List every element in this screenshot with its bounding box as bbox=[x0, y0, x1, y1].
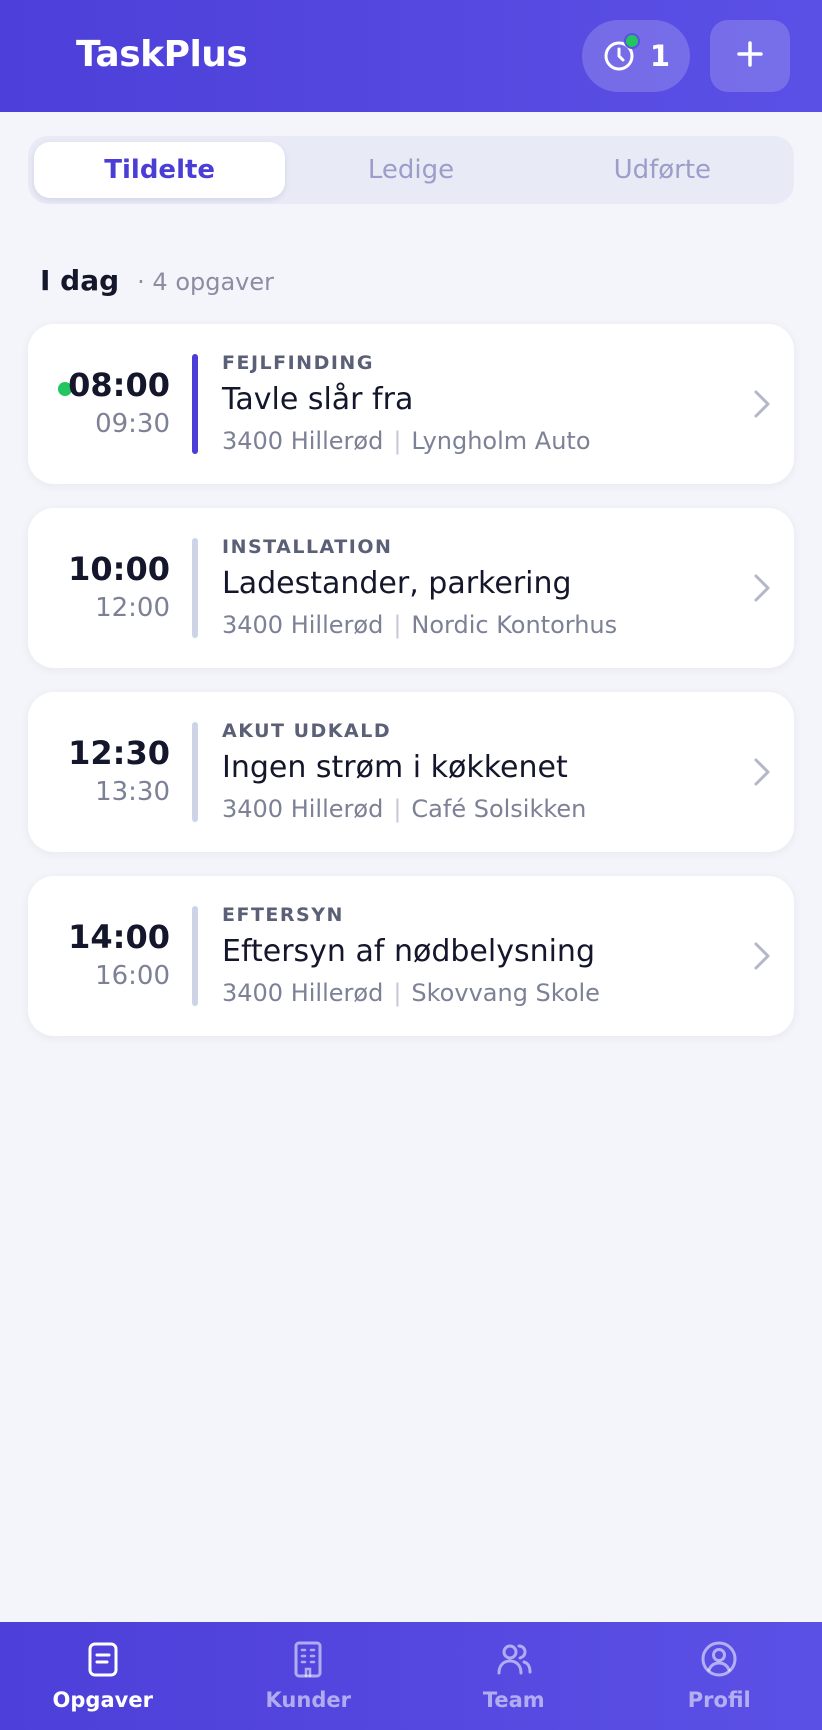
task-meta: 3400 Hillerød | Skovvang Skole bbox=[222, 979, 600, 1007]
nav-team[interactable]: Team bbox=[411, 1622, 617, 1730]
tab-udforte[interactable]: Udførte bbox=[537, 142, 788, 198]
task-divider bbox=[192, 538, 198, 638]
nav-kunder[interactable]: Kunder bbox=[206, 1622, 412, 1730]
task-divider bbox=[192, 354, 198, 454]
nav-label: Team bbox=[482, 1688, 545, 1712]
task-info: FEJLFINDING Tavle slår fra 3400 Hillerød… bbox=[222, 352, 591, 455]
meta-separator: | bbox=[393, 979, 402, 1007]
meta-separator: | bbox=[393, 427, 402, 455]
nav-label: Profil bbox=[687, 1688, 751, 1712]
task-meta: 3400 Hillerød | Café Solsikken bbox=[222, 795, 586, 823]
add-task-button[interactable] bbox=[710, 20, 790, 92]
task-time: 08:00 09:30 bbox=[68, 366, 170, 440]
task-location: 3400 Hillerød bbox=[222, 979, 384, 1007]
active-timer-button[interactable]: 1 bbox=[582, 20, 690, 92]
task-card[interactable]: 10:00 12:00 INSTALLATION Ladestander, pa… bbox=[28, 508, 794, 668]
section-header: I dag · 4 opgaver bbox=[40, 264, 274, 297]
bottom-nav: Opgaver Kunder Team Profil bbox=[0, 1622, 822, 1730]
task-end-time: 12:00 bbox=[95, 593, 170, 624]
task-start-time: 10:00 bbox=[68, 550, 170, 588]
task-list: 08:00 09:30 FEJLFINDING Tavle slår fra 3… bbox=[28, 324, 794, 1060]
task-end-time: 09:30 bbox=[95, 409, 170, 440]
app-header: TaskPlus 1 bbox=[0, 0, 822, 112]
task-location: 3400 Hillerød bbox=[222, 795, 384, 823]
task-customer: Café Solsikken bbox=[411, 795, 587, 823]
task-divider bbox=[192, 906, 198, 1006]
task-end-time: 13:30 bbox=[95, 777, 170, 808]
task-end-time: 16:00 bbox=[95, 961, 170, 992]
meta-separator: | bbox=[393, 795, 402, 823]
meta-separator: | bbox=[393, 611, 402, 639]
task-title: Ingen strøm i køkkenet bbox=[222, 750, 568, 785]
user-circle-icon bbox=[700, 1640, 738, 1682]
timer-count: 1 bbox=[649, 39, 671, 73]
plus-icon bbox=[735, 39, 765, 73]
task-time: 12:30 13:30 bbox=[68, 734, 170, 808]
task-info: INSTALLATION Ladestander, parkering 3400… bbox=[222, 536, 617, 639]
tab-tildelte[interactable]: Tildelte bbox=[34, 142, 286, 198]
chevron-right-icon bbox=[752, 940, 772, 976]
task-location: 3400 Hillerød bbox=[222, 427, 384, 455]
users-icon bbox=[495, 1640, 533, 1682]
clock-icon bbox=[602, 33, 640, 73]
nav-profil[interactable]: Profil bbox=[617, 1622, 822, 1730]
section-count: · 4 opgaver bbox=[137, 268, 275, 296]
task-divider bbox=[192, 722, 198, 822]
task-time: 14:00 16:00 bbox=[68, 918, 170, 992]
chevron-right-icon bbox=[752, 572, 772, 608]
nav-opgaver[interactable]: Opgaver bbox=[0, 1622, 206, 1730]
task-start-time: 12:30 bbox=[68, 734, 170, 772]
clipboard-icon bbox=[85, 1640, 121, 1682]
task-location: 3400 Hillerød bbox=[222, 611, 384, 639]
timer-running-indicator bbox=[623, 33, 640, 49]
task-title: Eftersyn af nødbelysning bbox=[222, 934, 595, 969]
task-customer: Nordic Kontorhus bbox=[411, 611, 618, 639]
task-category: AKUT UDKALD bbox=[222, 720, 392, 742]
task-card[interactable]: 12:30 13:30 AKUT UDKALD Ingen strøm i kø… bbox=[28, 692, 794, 852]
chevron-right-icon bbox=[752, 388, 772, 424]
task-card[interactable]: 14:00 16:00 EFTERSYN Eftersyn af nødbely… bbox=[28, 876, 794, 1036]
task-category: EFTERSYN bbox=[222, 904, 344, 926]
task-customer: Lyngholm Auto bbox=[411, 427, 591, 455]
building-icon bbox=[290, 1640, 326, 1682]
section-title: I dag bbox=[40, 264, 120, 297]
tab-ledige[interactable]: Ledige bbox=[285, 142, 536, 198]
task-time: 10:00 12:00 bbox=[68, 550, 170, 624]
app-title: TaskPlus bbox=[76, 34, 248, 75]
chevron-right-icon bbox=[752, 756, 772, 792]
task-info: AKUT UDKALD Ingen strøm i køkkenet 3400 … bbox=[222, 720, 586, 823]
task-category: FEJLFINDING bbox=[222, 352, 374, 374]
task-start-time: 14:00 bbox=[68, 918, 170, 956]
task-meta: 3400 Hillerød | Nordic Kontorhus bbox=[222, 611, 617, 639]
task-card[interactable]: 08:00 09:30 FEJLFINDING Tavle slår fra 3… bbox=[28, 324, 794, 484]
task-customer: Skovvang Skole bbox=[411, 979, 600, 1007]
nav-label: Kunder bbox=[265, 1688, 351, 1712]
task-meta: 3400 Hillerød | Lyngholm Auto bbox=[222, 427, 591, 455]
nav-label: Opgaver bbox=[52, 1688, 153, 1712]
task-info: EFTERSYN Eftersyn af nødbelysning 3400 H… bbox=[222, 904, 600, 1007]
task-category: INSTALLATION bbox=[222, 536, 393, 558]
task-start-time: 08:00 bbox=[68, 366, 170, 404]
task-title: Tavle slår fra bbox=[222, 382, 414, 417]
task-title: Ladestander, parkering bbox=[222, 566, 572, 601]
task-tabs: Tildelte Ledige Udførte bbox=[28, 136, 794, 204]
